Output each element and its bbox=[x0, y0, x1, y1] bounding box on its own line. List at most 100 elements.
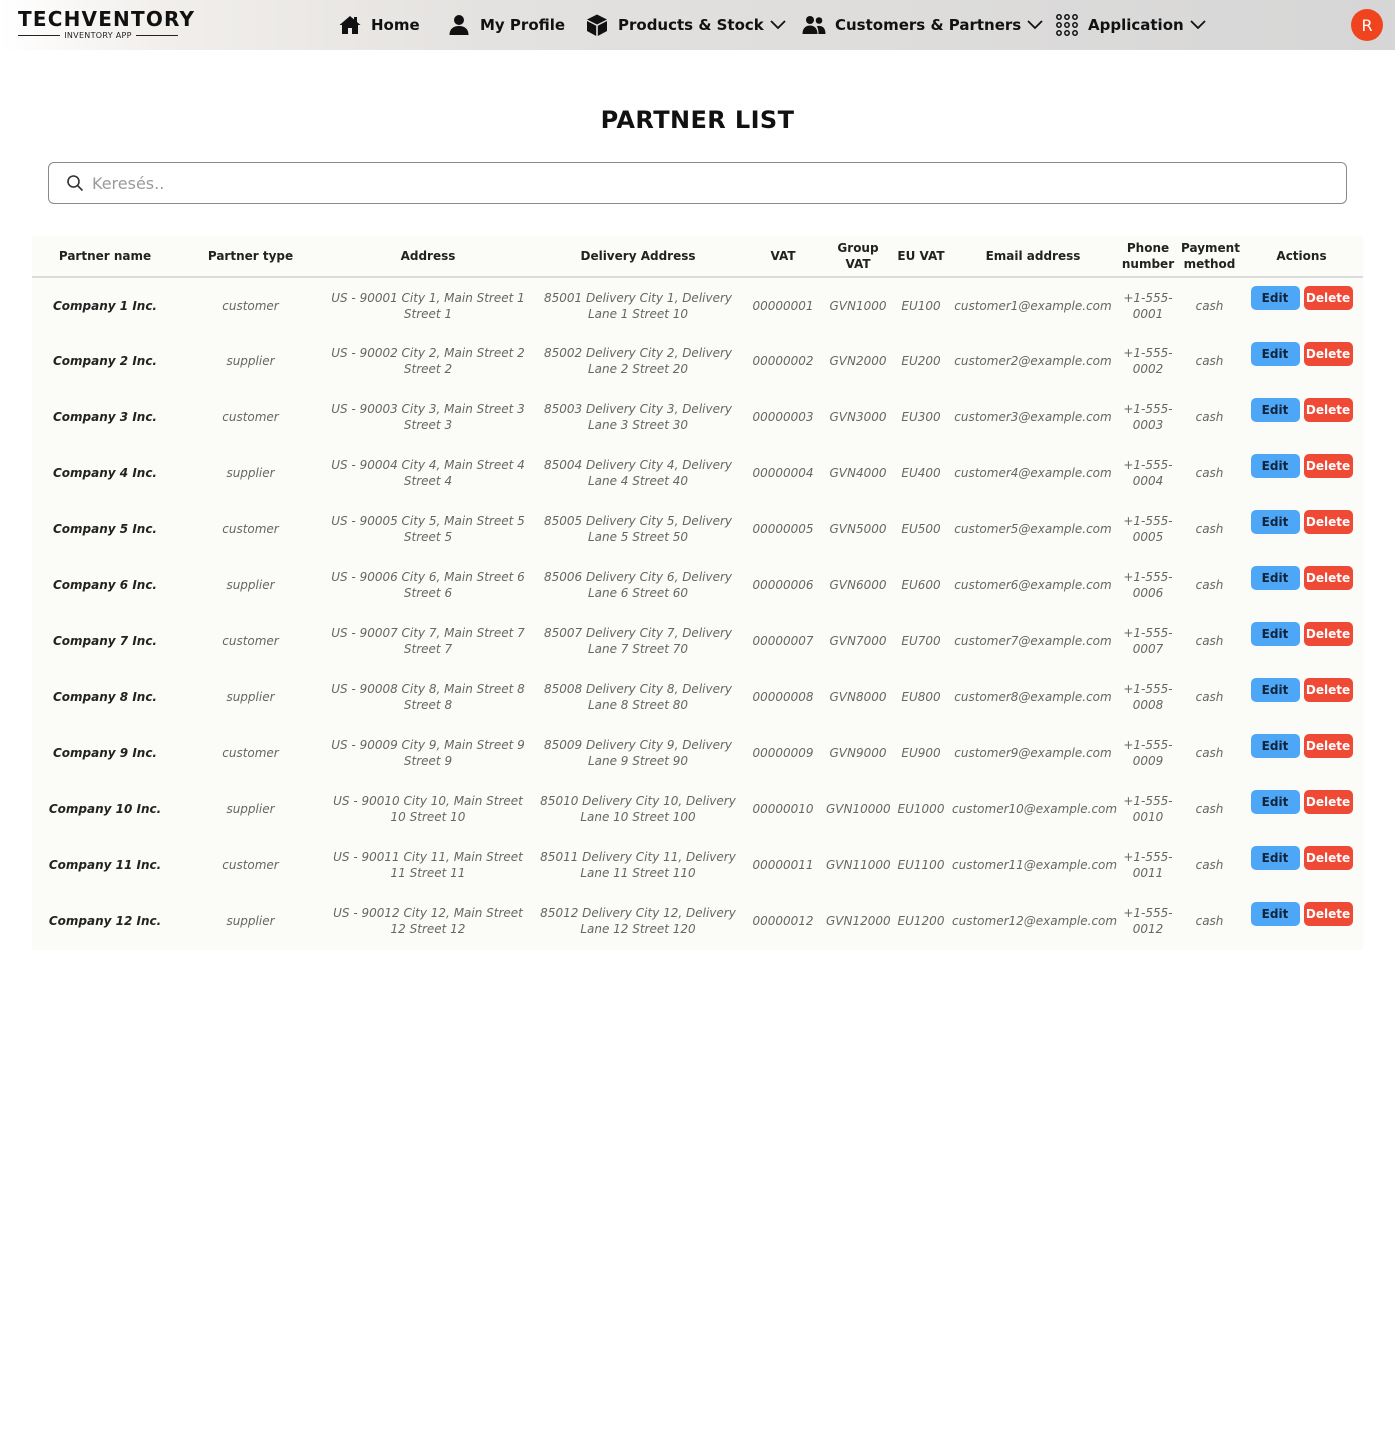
delete-button[interactable]: Delete bbox=[1303, 565, 1353, 590]
edit-button[interactable]: Edit bbox=[1250, 789, 1300, 814]
delete-button[interactable]: Delete bbox=[1303, 733, 1353, 758]
column-header-address[interactable]: Address bbox=[323, 236, 533, 277]
nav-customers-dropdown[interactable]: Customers & Partners bbox=[802, 0, 1044, 50]
column-header-eu-vat[interactable]: EU VAT bbox=[893, 236, 949, 277]
nav-products-label: Products & Stock bbox=[618, 16, 764, 34]
payment-method-cell: cash bbox=[1195, 466, 1224, 480]
phone-cell: +1-555-0010 bbox=[1123, 794, 1173, 824]
delete-button[interactable]: Delete bbox=[1303, 901, 1353, 926]
column-header-partner-name[interactable]: Partner name bbox=[32, 236, 178, 277]
delete-button[interactable]: Delete bbox=[1303, 286, 1353, 310]
address-cell: US - 90003 City 3, Main Street 3 Street … bbox=[331, 402, 525, 432]
column-header-email[interactable]: Email address bbox=[949, 236, 1117, 277]
nav-products-dropdown[interactable]: Products & Stock bbox=[585, 0, 787, 50]
nav-profile[interactable]: My Profile bbox=[447, 0, 565, 50]
column-header-phone[interactable]: Phone number bbox=[1117, 236, 1179, 277]
partner-name-cell: Company 5 Inc. bbox=[53, 522, 157, 536]
user-avatar[interactable]: R bbox=[1351, 9, 1383, 41]
table-row[interactable]: Company 11 Inc. customer US - 90011 City 1… bbox=[32, 837, 1363, 893]
phone-cell: +1-555-0001 bbox=[1123, 290, 1173, 321]
column-header-delivery-address[interactable]: Delivery Address bbox=[533, 236, 743, 277]
partner-name-cell: Company 10 Inc. bbox=[48, 802, 162, 816]
partner-name-cell: Company 9 Inc. bbox=[53, 746, 157, 760]
column-header-payment[interactable]: Payment method bbox=[1179, 236, 1240, 277]
table-row[interactable]: Company 10 Inc. supplier US - 90010 City 1… bbox=[32, 781, 1363, 837]
vat-cell: 00000001 bbox=[752, 298, 814, 313]
group-vat-cell: GVN8000 bbox=[829, 690, 887, 704]
email-cell: customer1@example.com bbox=[954, 298, 1112, 313]
delivery-address-cell: 85001 Delivery City 1, Delivery Lane 1 S… bbox=[543, 290, 733, 321]
brand-subtitle-row: INVENTORY APP bbox=[18, 31, 179, 40]
table-row[interactable]: Company 5 Inc. customer US - 90005 City 5,… bbox=[32, 501, 1363, 557]
nav-home[interactable]: Home bbox=[338, 0, 420, 50]
vat-cell: 00000011 bbox=[752, 858, 814, 872]
edit-button[interactable]: Edit bbox=[1250, 677, 1300, 702]
delete-button[interactable]: Delete bbox=[1303, 397, 1353, 422]
brand-logo[interactable]: TECHVENTORY INVENTORY APP bbox=[18, 8, 194, 44]
address-cell: US - 90011 City 11, Main Street 11 Stree… bbox=[333, 850, 523, 880]
partner-name-cell: Company 12 Inc. bbox=[48, 914, 162, 928]
search-input[interactable] bbox=[92, 164, 1346, 202]
payment-method-cell: cash bbox=[1195, 578, 1224, 592]
partner-name-cell: Company 6 Inc. bbox=[53, 578, 157, 592]
partner-name-cell: Company 8 Inc. bbox=[53, 690, 157, 704]
phone-cell: +1-555-0012 bbox=[1123, 906, 1173, 936]
delivery-address-cell: 85003 Delivery City 3, Delivery Lane 3 S… bbox=[543, 402, 733, 432]
address-cell: US - 90006 City 6, Main Street 6 Street … bbox=[331, 570, 525, 600]
edit-button[interactable]: Edit bbox=[1250, 565, 1300, 590]
edit-button[interactable]: Edit bbox=[1250, 286, 1300, 310]
delete-button[interactable]: Delete bbox=[1303, 509, 1353, 534]
vat-cell: 00000004 bbox=[752, 466, 814, 480]
actions-cell: Edit Delete bbox=[1240, 501, 1363, 557]
edit-button[interactable]: Edit bbox=[1250, 845, 1300, 870]
table-row[interactable]: Company 12 Inc. supplier US - 90012 City 1… bbox=[32, 893, 1363, 949]
email-cell: customer3@example.com bbox=[954, 410, 1112, 424]
address-cell: US - 90002 City 2, Main Street 2 Street … bbox=[331, 346, 525, 376]
vat-cell: 00000012 bbox=[752, 914, 814, 928]
partner-table: Partner name Partner type Address Delive… bbox=[32, 236, 1363, 949]
edit-button[interactable]: Edit bbox=[1250, 621, 1300, 646]
actions-cell: Edit Delete bbox=[1240, 613, 1363, 669]
delete-button[interactable]: Delete bbox=[1303, 677, 1353, 702]
edit-button[interactable]: Edit bbox=[1250, 453, 1300, 478]
chevron-down-icon bbox=[1027, 20, 1043, 30]
eu-vat-cell: EU400 bbox=[901, 466, 941, 480]
table-row[interactable]: Company 3 Inc. customer US - 90003 City 3,… bbox=[32, 389, 1363, 445]
table-row[interactable]: Company 4 Inc. supplier US - 90004 City 4,… bbox=[32, 445, 1363, 501]
edit-button[interactable]: Edit bbox=[1250, 901, 1300, 926]
column-header-partner-type[interactable]: Partner type bbox=[178, 236, 323, 277]
delete-button[interactable]: Delete bbox=[1303, 789, 1353, 814]
address-cell: US - 90008 City 8, Main Street 8 Street … bbox=[331, 682, 525, 712]
column-header-group-vat[interactable]: Group VAT bbox=[823, 236, 893, 277]
edit-button[interactable]: Edit bbox=[1250, 397, 1300, 422]
table-row[interactable]: Company 8 Inc. supplier US - 90008 City 8,… bbox=[32, 669, 1363, 725]
edit-button[interactable]: Edit bbox=[1250, 509, 1300, 534]
email-cell: customer9@example.com bbox=[954, 746, 1112, 760]
nav-application-dropdown[interactable]: Application bbox=[1055, 0, 1207, 50]
delete-button[interactable]: Delete bbox=[1303, 845, 1353, 870]
table-row[interactable]: Company 6 Inc. supplier US - 90006 City 6,… bbox=[32, 557, 1363, 613]
eu-vat-cell: EU700 bbox=[901, 634, 941, 648]
table-row[interactable]: Company 1 Inc. customer US - 90001 City 1,… bbox=[32, 277, 1363, 333]
email-cell: customer10@example.com bbox=[952, 802, 1118, 816]
payment-method-cell: cash bbox=[1195, 634, 1224, 648]
partner-name-cell: Company 2 Inc. bbox=[53, 354, 157, 368]
delete-button[interactable]: Delete bbox=[1303, 341, 1353, 366]
edit-button[interactable]: Edit bbox=[1250, 733, 1300, 758]
edit-button[interactable]: Edit bbox=[1250, 341, 1300, 366]
search-box[interactable] bbox=[48, 162, 1347, 204]
payment-method-cell: cash bbox=[1195, 802, 1224, 816]
payment-method-cell: cash bbox=[1195, 410, 1224, 424]
table-row[interactable]: Company 9 Inc. customer US - 90009 City 9,… bbox=[32, 725, 1363, 781]
table-row[interactable]: Company 2 Inc. supplier US - 90002 City 2,… bbox=[32, 333, 1363, 389]
vat-cell: 00000008 bbox=[752, 690, 814, 704]
actions-cell: Edit Delete bbox=[1240, 893, 1363, 949]
delete-button[interactable]: Delete bbox=[1303, 621, 1353, 646]
delete-button[interactable]: Delete bbox=[1303, 453, 1353, 478]
delivery-address-cell: 85006 Delivery City 6, Delivery Lane 6 S… bbox=[543, 570, 733, 600]
partner-name-cell: Company 4 Inc. bbox=[53, 466, 157, 480]
payment-method-cell: cash bbox=[1195, 858, 1224, 872]
table-row[interactable]: Company 7 Inc. customer US - 90007 City 7,… bbox=[32, 613, 1363, 669]
email-cell: customer11@example.com bbox=[952, 858, 1118, 872]
column-header-vat[interactable]: VAT bbox=[743, 236, 823, 277]
